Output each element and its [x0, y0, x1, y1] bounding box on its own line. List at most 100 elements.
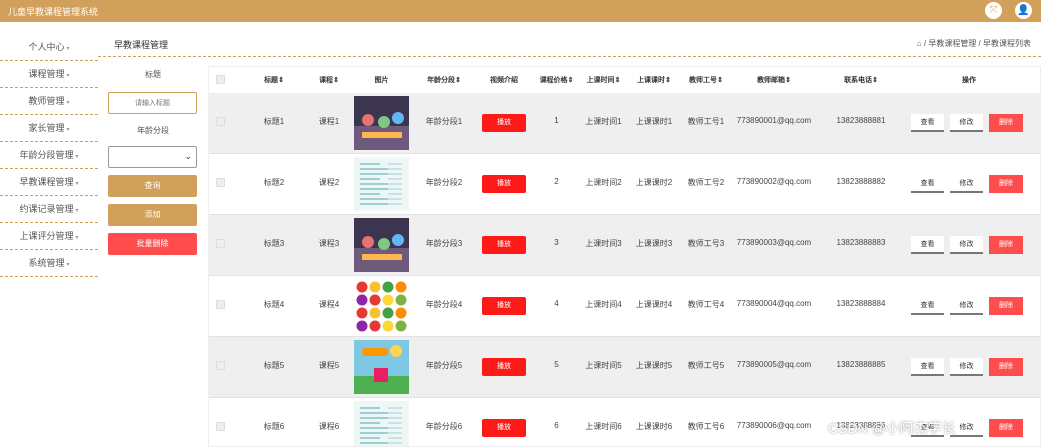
view-button[interactable]: 查看 — [911, 235, 944, 254]
cell-time: 上课时间4 — [585, 299, 622, 309]
cell-age: 年龄分段5 — [425, 360, 463, 370]
course-image — [354, 279, 409, 333]
row-checkbox[interactable] — [216, 116, 225, 126]
view-button[interactable]: 查看 — [911, 296, 944, 315]
row-checkbox[interactable] — [216, 238, 225, 248]
header-teacher-no[interactable]: 教师工号⇕ — [681, 75, 731, 85]
cell-price: 5 — [554, 359, 559, 369]
view-button[interactable]: 查看 — [911, 113, 944, 132]
cell-course: 课程1 — [318, 116, 340, 126]
edit-button[interactable]: 修改 — [950, 113, 983, 132]
delete-button[interactable]: 删除 — [989, 296, 1023, 315]
cell-hours: 上课课时1 — [635, 116, 673, 126]
chevron-down-icon: ▾ — [75, 235, 79, 241]
cell-teacher-no: 教师工号5 — [687, 360, 725, 370]
delete-button[interactable]: 删除 — [989, 113, 1023, 132]
sidebar-item-rating[interactable]: 上课评分管理 ▾ — [0, 223, 98, 250]
chevron-down-icon: ▾ — [66, 127, 70, 133]
sidebar-item-booking[interactable]: 约课记录管理 ▾ — [0, 196, 98, 223]
edit-button[interactable]: 修改 — [950, 174, 983, 193]
cell-course: 课程6 — [318, 421, 340, 431]
user-icon[interactable]: 👤 — [1015, 2, 1032, 19]
view-button[interactable]: 查看 — [911, 357, 944, 376]
view-button[interactable]: 查看 — [911, 174, 944, 193]
header-course[interactable]: 课程⇕ — [304, 75, 354, 85]
cell-age: 年龄分段2 — [425, 177, 463, 187]
cell-course: 课程2 — [318, 177, 340, 187]
course-image — [354, 96, 409, 150]
fullscreen-icon[interactable]: ⤧ — [985, 2, 1002, 19]
cell-teacher-no: 教师工号3 — [687, 238, 725, 248]
header-phone[interactable]: 联系电话⇕ — [821, 75, 901, 85]
row-checkbox[interactable] — [216, 421, 225, 431]
row-checkbox[interactable] — [216, 360, 225, 370]
sidebar-item-early-course[interactable]: 早教课程管理 ▾ — [0, 169, 98, 196]
batch-delete-button[interactable]: 批量删除 — [108, 233, 197, 255]
delete-button[interactable]: 删除 — [989, 357, 1023, 376]
cell-email: 773890003@qq.com — [736, 237, 812, 247]
sidebar-item-profile[interactable]: 个人中心 ▾ — [0, 34, 98, 61]
header-title[interactable]: 标题⇕ — [249, 75, 299, 85]
cell-hours: 上课课时2 — [635, 177, 673, 187]
query-button[interactable]: 查询 — [108, 175, 197, 197]
cell-hours: 上课课时6 — [635, 421, 673, 431]
play-video-button[interactable]: 播放 — [482, 235, 526, 254]
select-all-checkbox[interactable] — [216, 75, 225, 84]
delete-button[interactable]: 删除 — [989, 418, 1023, 437]
play-video-button[interactable]: 播放 — [482, 357, 526, 376]
top-bar: 儿童早教课程管理系统 ⤧ 👤 — [0, 0, 1041, 22]
cell-time: 上课时间6 — [585, 421, 622, 431]
play-video-button[interactable]: 播放 — [482, 113, 526, 132]
add-button[interactable]: 添加 — [108, 204, 197, 226]
play-video-button[interactable]: 播放 — [482, 174, 526, 193]
sidebar-item-label: 家长管理 — [28, 123, 65, 133]
row-checkbox[interactable] — [216, 177, 225, 187]
delete-button[interactable]: 删除 — [989, 174, 1023, 193]
row-checkbox[interactable] — [216, 299, 225, 309]
cell-course: 课程4 — [318, 299, 340, 309]
table-row: 标题3 课程3 年龄分段3 播放 3 上课时间3 上课课时3 教师工号3 773890003@q… — [209, 215, 1040, 276]
cell-title: 标题4 — [263, 299, 285, 309]
breadcrumb: ⌂ / 早教课程管理 / 早教课程列表 — [917, 38, 1031, 49]
chevron-down-icon: ▾ — [66, 73, 70, 79]
sidebar-item-label: 上课评分管理 — [19, 231, 74, 241]
sidebar-item-age[interactable]: 年龄分段管理 ▾ — [0, 142, 98, 169]
cell-phone: 13823888881 — [836, 115, 886, 125]
sidebar-item-system[interactable]: 系统管理 ▾ — [0, 250, 98, 277]
age-select[interactable]: ⌄ — [108, 146, 197, 168]
cell-hours: 上课课时4 — [635, 299, 673, 309]
cell-teacher-no: 教师工号4 — [687, 299, 725, 309]
cell-price: 1 — [554, 115, 559, 125]
filter-panel: 标题 年龄分段 ⌄ 查询 添加 批量删除 — [108, 64, 198, 255]
header-price[interactable]: 课程价格⇕ — [534, 75, 579, 85]
edit-button[interactable]: 修改 — [950, 235, 983, 254]
title-search-input[interactable] — [108, 92, 197, 114]
play-video-button[interactable]: 播放 — [482, 296, 526, 315]
cell-time: 上课时间3 — [585, 238, 622, 248]
play-video-button[interactable]: 播放 — [482, 418, 526, 437]
table-row: 标题2 课程2 年龄分段2 播放 2 上课时间2 上课课时2 教师工号2 773890002@q… — [209, 154, 1040, 215]
cell-hours: 上课课时5 — [635, 360, 673, 370]
cell-price: 3 — [554, 237, 559, 247]
edit-button[interactable]: 修改 — [950, 296, 983, 315]
sidebar-item-label: 课程管理 — [28, 69, 65, 79]
home-icon[interactable]: ⌂ — [917, 39, 922, 48]
sidebar-item-teacher[interactable]: 教师管理 ▾ — [0, 88, 98, 115]
edit-button[interactable]: 修改 — [950, 357, 983, 376]
header-hours[interactable]: 上课课时⇕ — [629, 75, 679, 85]
header-email[interactable]: 教师邮箱⇕ — [729, 75, 819, 85]
cell-phone: 13823888883 — [836, 237, 886, 247]
sidebar-item-parent[interactable]: 家长管理 ▾ — [0, 115, 98, 142]
delete-button[interactable]: 删除 — [989, 235, 1023, 254]
cell-age: 年龄分段4 — [425, 299, 463, 309]
cell-hours: 上课课时3 — [635, 238, 673, 248]
table-row: 标题4 课程4 年龄分段4 播放 4 上课时间4 上课课时4 教师工号4 773890004@q… — [209, 276, 1040, 337]
header-video: 视频介绍 — [490, 77, 518, 84]
cell-phone: 13823888885 — [836, 359, 886, 369]
cell-price: 2 — [554, 176, 559, 186]
sidebar-item-course[interactable]: 课程管理 ▾ — [0, 61, 98, 88]
breadcrumb-text[interactable]: / 早教课程管理 / 早教课程列表 — [924, 39, 1031, 48]
watermark: CSDN @小阿杰学长 — [828, 420, 956, 436]
header-time[interactable]: 上课时间⇕ — [581, 75, 626, 85]
header-age[interactable]: 年龄分段⇕ — [414, 75, 474, 85]
